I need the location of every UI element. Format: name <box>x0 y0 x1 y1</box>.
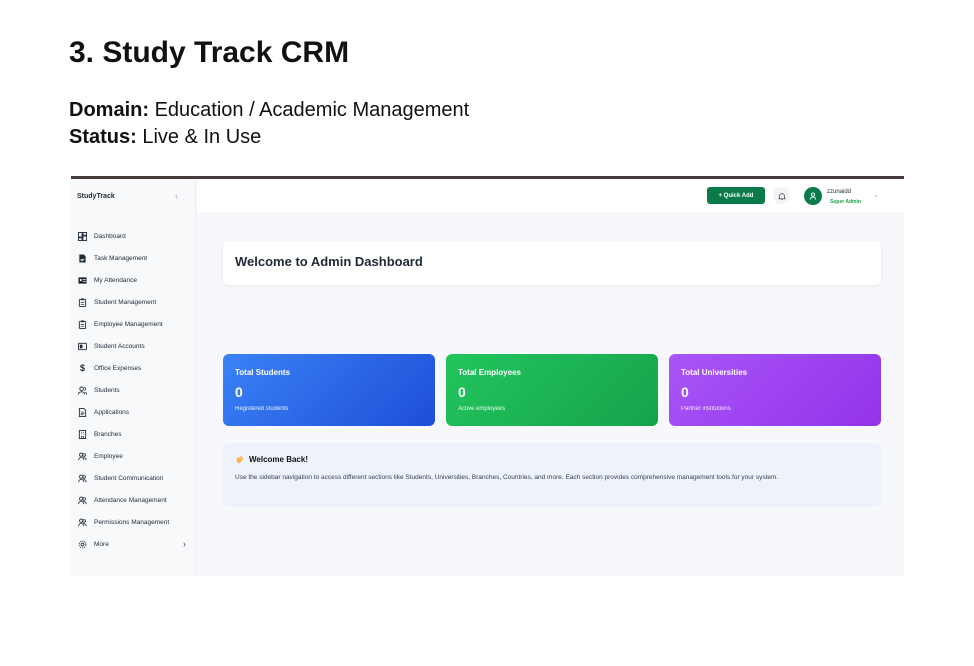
quick-add-button[interactable]: + Quick Add <box>707 187 765 204</box>
sidebar-item-label: Attendance Management <box>94 496 167 504</box>
sidebar-item-label: Students <box>94 386 120 394</box>
stat-value: 0 <box>681 384 689 400</box>
dashboard-icon <box>78 231 87 241</box>
stat-card-students: Total Students 0 Registered students <box>223 354 435 426</box>
clipboard-icon <box>78 319 87 329</box>
chevron-left-icon[interactable]: ‹ <box>175 191 178 201</box>
gear-icon <box>78 540 87 549</box>
status-value: Live & In Use <box>142 126 262 148</box>
sidebar-item-label: More <box>94 540 109 548</box>
user-name: zzunaidd <box>827 189 852 195</box>
domain-value: Education / Academic Management <box>154 99 470 121</box>
stat-value: 0 <box>235 384 243 400</box>
domain-line: Domain: Education / Academic Management <box>69 99 469 122</box>
sidebar-item-label: Employee <box>94 452 123 460</box>
sidebar-item-students[interactable]: Students <box>71 379 196 401</box>
clipboard-icon <box>78 297 87 307</box>
sidebar-item-attendance-management[interactable]: Attendance Management <box>71 489 196 511</box>
sidebar-item-label: Student Accounts <box>94 342 145 350</box>
sidebar-item-branches[interactable]: Branches <box>71 423 196 445</box>
stat-card-employees: Total Employees 0 Active employees <box>446 354 658 426</box>
status-line: Status: Live & In Use <box>69 126 261 149</box>
stat-title: Total Students <box>235 368 290 377</box>
account-icon <box>78 342 87 351</box>
sidebar-item-label: Task Management <box>94 254 148 262</box>
dollar-icon: $ <box>79 363 85 373</box>
users-icon <box>78 385 87 395</box>
sidebar: StudyTrack ‹ Dashboard Task Management M… <box>71 179 196 576</box>
welcome-back-body: Use the sidebar navigation to access dif… <box>235 474 779 481</box>
people-icon <box>78 518 87 527</box>
people-icon <box>78 496 87 505</box>
stat-subtitle: Partner institutions <box>681 406 731 412</box>
stat-title: Total Employees <box>458 368 521 377</box>
stat-subtitle: Active employees <box>458 406 506 412</box>
people-icon <box>78 452 87 461</box>
sidebar-item-student-management[interactable]: Student Management <box>71 291 196 313</box>
sidebar-item-employee-management[interactable]: Employee Management <box>71 313 196 335</box>
sidebar-nav: Dashboard Task Management My Attendance … <box>71 225 196 555</box>
sidebar-item-label: Branches <box>94 430 122 438</box>
sidebar-item-label: Applications <box>94 408 130 416</box>
welcome-card: Welcome to Admin Dashboard <box>223 241 881 285</box>
page-title: Welcome to Admin Dashboard <box>235 254 423 269</box>
file-icon <box>78 253 87 263</box>
sidebar-item-label: Student Management <box>94 298 157 306</box>
chevron-down-icon[interactable]: ⌄ <box>873 191 879 199</box>
sidebar-item-applications[interactable]: Applications <box>71 401 196 423</box>
sidebar-item-task-management[interactable]: Task Management <box>71 247 196 269</box>
chevron-right-icon: › <box>183 539 186 549</box>
building-icon <box>78 429 87 439</box>
sidebar-item-more[interactable]: More › <box>71 533 196 555</box>
stat-card-universities: Total Universities 0 Partner institution… <box>669 354 881 426</box>
stat-value: 0 <box>458 384 466 400</box>
user-role: Super Admin <box>830 199 861 205</box>
welcome-back-heading: Welcome Back! <box>235 455 308 464</box>
document-icon <box>78 407 87 417</box>
sidebar-item-permissions-management[interactable]: Permissions Management <box>71 511 196 533</box>
id-card-icon <box>78 276 87 285</box>
sidebar-item-employee[interactable]: Employee <box>71 445 196 467</box>
sidebar-item-label: My Attendance <box>94 276 137 284</box>
brand-name: StudyTrack <box>77 193 115 200</box>
people-icon <box>78 474 87 483</box>
sidebar-item-dashboard[interactable]: Dashboard <box>71 225 196 247</box>
sidebar-item-office-expenses[interactable]: $ Office Expenses <box>71 357 196 379</box>
sidebar-item-label: Permissions Management <box>94 518 170 526</box>
app-screenshot: StudyTrack ‹ Dashboard Task Management M… <box>71 176 904 576</box>
sidebar-item-label: Dashboard <box>94 232 126 240</box>
status-label: Status: <box>69 126 137 148</box>
document-title: 3. Study Track CRM <box>69 36 350 69</box>
avatar[interactable] <box>804 187 822 205</box>
sidebar-item-label: Student Communication <box>94 474 164 482</box>
sidebar-item-student-accounts[interactable]: Student Accounts <box>71 335 196 357</box>
welcome-back-panel: Welcome Back! Use the sidebar navigation… <box>223 443 881 507</box>
sidebar-item-student-communication[interactable]: Student Communication <box>71 467 196 489</box>
stat-title: Total Universities <box>681 368 748 377</box>
sidebar-item-label: Office Expenses <box>94 364 142 372</box>
sidebar-item-label: Employee Management <box>94 320 163 328</box>
domain-label: Domain: <box>69 99 149 121</box>
sidebar-item-my-attendance[interactable]: My Attendance <box>71 269 196 291</box>
stat-subtitle: Registered students <box>235 406 289 412</box>
waving-hand-icon <box>235 455 245 464</box>
bell-icon[interactable] <box>773 187 790 204</box>
welcome-back-text: Welcome Back! <box>249 455 308 464</box>
topbar: + Quick Add zzunaidd Super Admin ⌄ <box>197 179 904 212</box>
